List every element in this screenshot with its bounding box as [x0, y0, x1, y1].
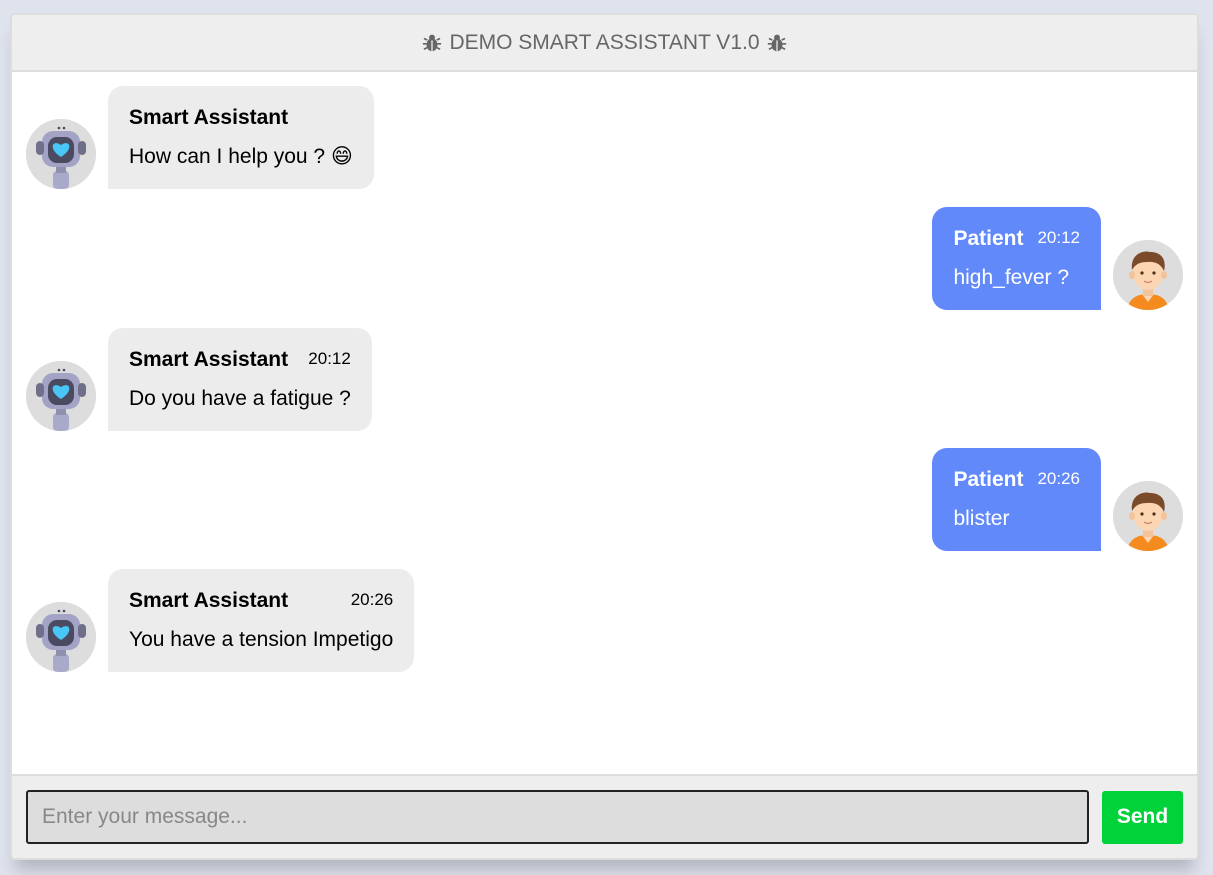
robot-avatar — [26, 119, 96, 190]
chat-header: DEMO SMART ASSISTANT V1.0 — [12, 15, 1197, 72]
bot-message: Smart Assistant 20:12 Do you have a fati… — [26, 328, 372, 432]
message-text: How can I help you ? 😄 — [129, 145, 353, 169]
message-time: 20:26 — [350, 590, 394, 610]
user-message: Patient 20:26 blister — [932, 448, 1183, 552]
chat-window: DEMO SMART ASSISTANT V1.0 Smart Assistan… — [10, 13, 1199, 860]
message-text: blister — [953, 507, 1010, 531]
message-bubble: Smart Assistant How can I help you ? 😄 — [108, 86, 374, 190]
bot-message: Smart Assistant 20:26 You have a tension… — [26, 569, 415, 673]
sender-name: Smart Assistant — [129, 106, 289, 129]
sender-name: Smart Assistant — [129, 348, 289, 371]
message-bubble: Patient 20:26 blister — [932, 448, 1101, 552]
message-time: 20:26 — [1037, 469, 1080, 489]
message-bubble: Smart Assistant 20:12 Do you have a fati… — [108, 328, 372, 432]
bot-message: Smart Assistant How can I help you ? 😄 — [26, 86, 374, 190]
user-avatar — [1113, 240, 1183, 311]
chat-title: DEMO SMART ASSISTANT V1.0 — [449, 30, 760, 54]
user-avatar — [1113, 481, 1183, 552]
sender-name: Smart Assistant — [129, 589, 289, 612]
bug-icon — [423, 34, 442, 51]
message-time: 20:12 — [1037, 228, 1080, 248]
message-text: You have a tension Impetigo — [129, 628, 394, 652]
message-input-area: Send — [12, 774, 1197, 858]
message-input[interactable] — [26, 790, 1089, 844]
sender-name: Patient — [953, 227, 1024, 250]
message-bubble: Smart Assistant 20:26 You have a tension… — [108, 569, 415, 673]
user-message: Patient 20:12 high_fever ? — [932, 207, 1183, 311]
chat-messages[interactable]: Smart Assistant How can I help you ? 😄 P… — [12, 72, 1197, 774]
bug-icon — [767, 34, 786, 51]
send-button[interactable]: Send — [1102, 790, 1183, 844]
message-bubble: Patient 20:12 high_fever ? — [932, 207, 1101, 311]
robot-avatar — [26, 602, 96, 673]
message-text: high_fever ? — [953, 266, 1070, 290]
robot-avatar — [26, 361, 96, 432]
message-time: 20:12 — [308, 349, 351, 369]
sender-name: Patient — [953, 468, 1024, 491]
message-text: Do you have a fatigue ? — [129, 387, 351, 411]
